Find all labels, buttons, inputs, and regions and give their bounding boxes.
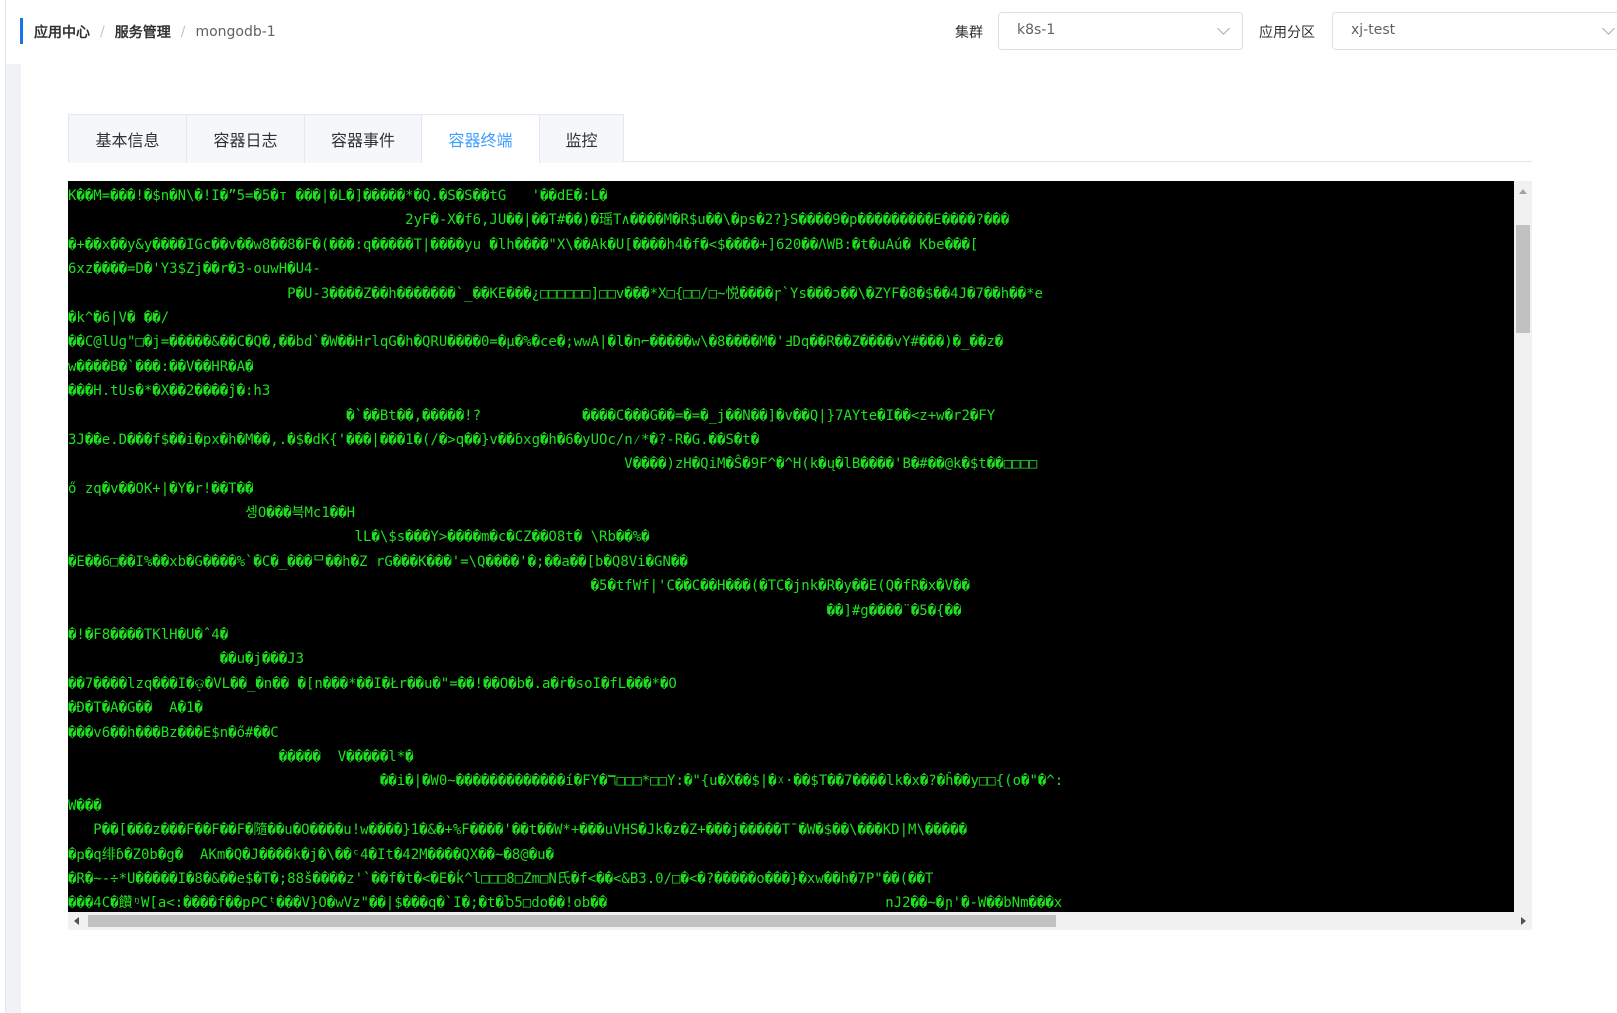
tab-container-logs[interactable]: 容器日志 (187, 115, 305, 163)
breadcrumb-separator: / (180, 24, 186, 40)
cluster-select-value: k8s-1 (1017, 22, 1056, 38)
terminal-line: ��7����lzq���I�ଡ଼�VL��_�n�� �[n���*��I�Ł… (68, 675, 677, 692)
content-card: 基本信息 容器日志 容器事件 容器终端 监控 K��M=���!�$n�N\�!… (21, 64, 1617, 1013)
terminal-line: �ҏ�q绯ɓ�Z0b�g� AKm�Q�J����k�j�\��ᶜ4�It�42… (68, 846, 554, 863)
partition-select-value: xj-test (1351, 22, 1396, 38)
breadcrumb-marker (20, 18, 23, 44)
arrow-left-icon[interactable] (74, 917, 79, 925)
terminal-line: �+��x��y&y����IGc��v��w8��8�F�(���:q����… (68, 236, 979, 253)
tab-basic-info[interactable]: 基本信息 (69, 115, 187, 163)
terminal-line: �R�~-÷*U�����I�8�&��e$�T�;88š����z'`��f�… (68, 870, 934, 887)
tab-container-events[interactable]: 容器事件 (305, 115, 422, 163)
tab-bar: 基本信息 容器日志 容器事件 容器终端 监控 (68, 114, 624, 163)
breadcrumb-app-center[interactable]: 应用中心 (34, 22, 90, 42)
terminal-line: 셍O���븍Mc1��H (68, 505, 356, 522)
terminal-line: W��� (68, 797, 102, 814)
terminal-line: lL�\$s���Y>����m�c�CZ��O8t� \Rb��%� (68, 529, 650, 546)
breadcrumb: 应用中心 / 服务管理 / mongodb-1 (34, 20, 276, 44)
terminal-line: ��]#g����¨�5�{�� (68, 602, 962, 619)
terminal-line: w����B�`���:��V��HR�A� (68, 358, 254, 375)
horizontal-scroll-thumb[interactable] (88, 915, 1056, 927)
terminal-line: �!�F8����TKlH�U�ˆ4� (68, 627, 229, 644)
partition-select[interactable]: xj-test (1332, 12, 1617, 50)
breadcrumb-service-management[interactable]: 服务管理 (115, 22, 171, 42)
cluster-label: 集群 (955, 25, 983, 41)
breadcrumb-current-service: mongodb-1 (195, 24, 276, 40)
arrow-up-icon[interactable] (1519, 189, 1527, 194)
cluster-select[interactable]: k8s-1 (998, 12, 1243, 50)
terminal-line: �`��Bt��,�����!? ����C���G��=�=�_j��N��]… (68, 407, 996, 424)
breadcrumb-separator: / (100, 24, 105, 40)
top-header: 应用中心 / 服务管理 / mongodb-1 集群 k8s-1 应用分区 xj… (6, 0, 1617, 64)
vertical-scroll-thumb[interactable] (1516, 225, 1530, 333)
terminal-line: 3J��e.D���f$��i�px�h�M��,.�$�dK{'���|���… (68, 431, 760, 448)
chevron-down-icon (1602, 22, 1615, 35)
tab-container-terminal[interactable]: 容器终端 (422, 115, 540, 163)
vertical-scrollbar[interactable] (1514, 181, 1532, 912)
terminal-line: 2yF�-X�f6,JU��|��T#��)�瑶T∧����M�R$u��\�p… (68, 212, 1010, 229)
tab-divider (622, 161, 1532, 162)
arrow-right-icon[interactable] (1521, 917, 1526, 925)
terminal-line: ő zq�v��OK+|�Y�r!��T�� (68, 480, 254, 497)
terminal-line: ���v6��h���Bz���E$n�ő#��C (68, 724, 279, 741)
terminal-line: K��M=���!�$n�N\�!I�”5=�5�т ���|�L�]�����… (68, 188, 608, 204)
terminal-line: �E��6□��I%��xb�G����%`�C�_���ᄆ��h�Z rG��… (68, 553, 688, 570)
terminal-line: �k^�6|V� ��/ (68, 309, 170, 326)
terminal-line: ����� V�����l*� (68, 748, 414, 765)
terminal-output[interactable]: K��M=���!�$n�N\�!I�”5=�5�т ���|�L�]�����… (68, 184, 1514, 916)
terminal-line: P�U-3����Z��h�������`_��KE���¿□□□□□□]□□v… (68, 285, 1043, 302)
terminal-line: ��i�|�W0~�������������í�FY�ℸ□□□*□□Y:�"{u… (68, 773, 1064, 790)
terminal-line: ���H.tUs�*�X��2����ĵ�:h3 (68, 383, 271, 400)
terminal-line: P��[���z���F��F��F�隨��u�O����u!w����}1�&… (68, 822, 968, 839)
horizontal-scrollbar[interactable] (68, 912, 1532, 930)
terminal-line: ��u�j���J3 (68, 651, 305, 668)
left-edge (0, 0, 6, 1013)
partition-label: 应用分区 (1259, 25, 1315, 41)
tab-monitoring[interactable]: 监控 (540, 115, 623, 163)
terminal-line: �5�tfWf|'C��C��H���(�TC�jnk�R�y��E(Q�fR�… (68, 578, 970, 595)
terminal-line: V����)zH�QiM�Ŝ�9F^�^H(k�ų�lB����'B�#��@k… (68, 456, 1038, 473)
terminal-line: �Ð�T�A�G�� A�1� (68, 700, 203, 717)
terminal-line: ��C@lUg"□�j=�����&��C�Q�,��bd`�W��HrlqG�… (68, 334, 1004, 351)
chevron-down-icon (1217, 22, 1230, 35)
terminal-window[interactable]: K��M=���!�$n�N\�!I�”5=�5�т ���|�L�]�����… (68, 181, 1532, 930)
terminal-line: 6xz����=D�'Y3$Zj��r�3-ouwH�U4- (68, 261, 321, 278)
